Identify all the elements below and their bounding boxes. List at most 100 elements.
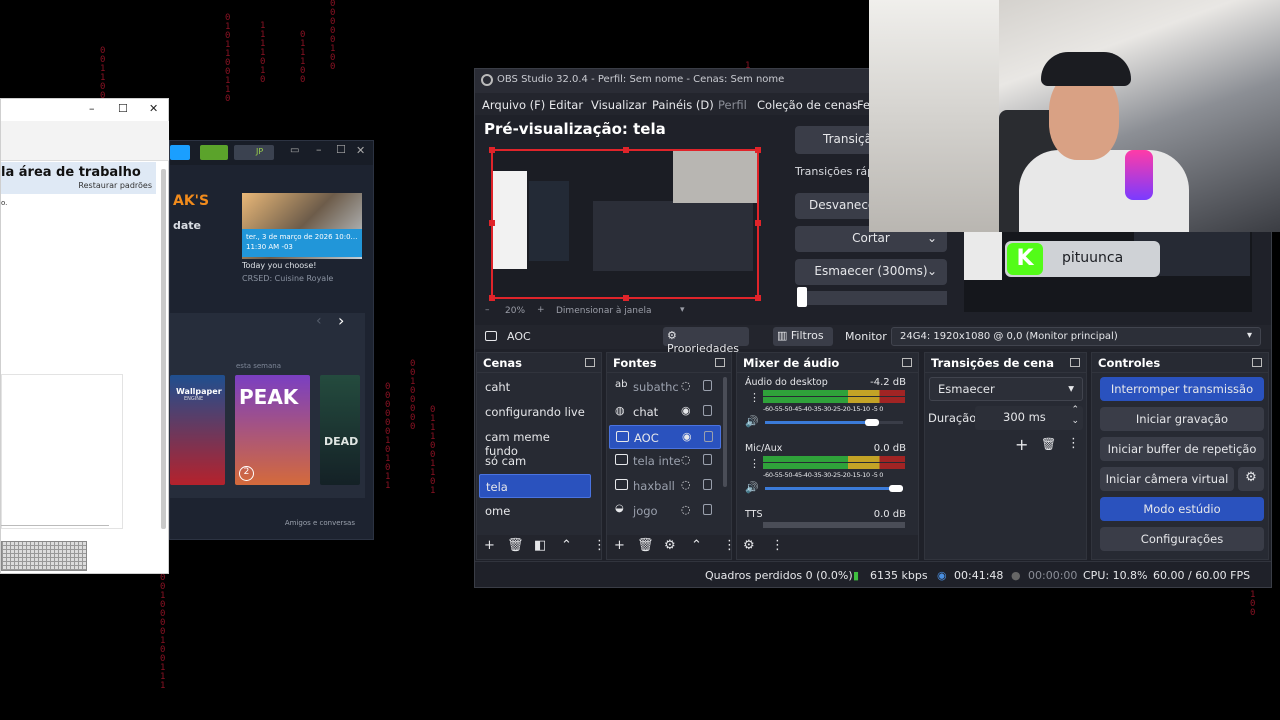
gear-icon[interactable]: ⚙ bbox=[664, 538, 676, 553]
menu-visualizar[interactable]: Visualizar bbox=[591, 98, 646, 112]
more-icon[interactable]: ⋮ bbox=[1067, 436, 1080, 451]
scene-item[interactable]: configurando live bbox=[479, 400, 591, 424]
menu-perfil[interactable]: Perfil bbox=[718, 98, 747, 112]
settings-button[interactable]: Configurações bbox=[1100, 527, 1264, 551]
event-game[interactable]: CRSED: Cuisine Royale bbox=[242, 274, 333, 283]
notification-bell-icon[interactable] bbox=[200, 145, 228, 160]
fade-300-button[interactable]: Esmaecer (300ms) ⌄ bbox=[795, 259, 947, 285]
chevron-down-icon[interactable]: ▾ bbox=[680, 305, 685, 315]
eye-hidden-icon[interactable]: ◌ bbox=[681, 453, 691, 466]
more-icon[interactable]: ⋮ bbox=[723, 538, 736, 553]
source-item[interactable]: ab subathc ◌ bbox=[609, 375, 721, 399]
lock-icon[interactable] bbox=[703, 454, 712, 465]
speaker-icon[interactable]: 🔊 bbox=[745, 481, 759, 494]
filters-button[interactable]: ▥ Filtros bbox=[773, 327, 833, 346]
lock-icon[interactable] bbox=[704, 431, 713, 442]
properties-button[interactable]: ⚙ Propriedades bbox=[663, 327, 749, 355]
transform-handle[interactable] bbox=[623, 147, 629, 153]
zoom-mode[interactable]: Dimensionar à janela bbox=[556, 306, 652, 316]
transform-handle[interactable] bbox=[755, 220, 761, 226]
maximize-button[interactable]: ☐ bbox=[336, 143, 346, 156]
popout-icon[interactable] bbox=[1070, 358, 1080, 367]
eye-hidden-icon[interactable]: ◌ bbox=[681, 379, 691, 392]
source-item-selected[interactable]: AOC ◉ bbox=[609, 425, 721, 449]
game-card-dead[interactable]: DEAD bbox=[320, 375, 360, 485]
eye-hidden-icon[interactable]: ◌ bbox=[681, 503, 691, 516]
scene-item[interactable]: só cam bbox=[479, 449, 591, 473]
scrollbar[interactable] bbox=[723, 377, 727, 487]
volume-slider[interactable] bbox=[765, 421, 903, 424]
volume-slider[interactable] bbox=[765, 487, 903, 490]
user-badge[interactable]: JP bbox=[234, 145, 274, 160]
popout-icon[interactable] bbox=[585, 358, 595, 367]
transition-select[interactable]: Esmaecer ▾ bbox=[929, 377, 1083, 401]
lock-icon[interactable] bbox=[703, 405, 712, 416]
transform-handle[interactable] bbox=[489, 295, 495, 301]
lock-icon[interactable] bbox=[703, 380, 712, 391]
scrollbar[interactable] bbox=[161, 169, 166, 529]
menu-paineis[interactable]: Painéis (D) bbox=[652, 98, 714, 112]
duration-input[interactable]: 300 ms ⌃ ⌄ bbox=[975, 405, 1083, 430]
speaker-icon[interactable]: 🔊 bbox=[745, 415, 759, 428]
restore-defaults-link[interactable]: Restaurar padrões bbox=[78, 181, 152, 190]
menu-editar[interactable]: Editar bbox=[549, 98, 583, 112]
more-icon[interactable]: ⋮ bbox=[749, 457, 760, 470]
filter-icon[interactable]: ◧ bbox=[534, 538, 546, 553]
monitor-icon[interactable]: ▭ bbox=[290, 145, 299, 156]
menu-colecao-cenas[interactable]: Coleção de cenas bbox=[757, 98, 858, 112]
more-icon[interactable]: ⋮ bbox=[771, 538, 784, 553]
minimize-button[interactable]: – bbox=[316, 143, 322, 156]
slider-handle[interactable] bbox=[865, 419, 879, 426]
transform-handle[interactable] bbox=[489, 220, 495, 226]
transform-handle[interactable] bbox=[755, 295, 761, 301]
start-recording-button[interactable]: Iniciar gravação bbox=[1100, 407, 1264, 431]
add-icon[interactable]: + bbox=[484, 538, 495, 553]
next-arrow-icon[interactable]: › bbox=[338, 311, 344, 330]
start-virtual-camera-button[interactable]: Iniciar câmera virtual bbox=[1100, 467, 1234, 491]
gear-icon[interactable]: ⚙ bbox=[1238, 467, 1264, 491]
chevron-up-icon[interactable]: ⌃ bbox=[691, 538, 702, 553]
chevron-up-icon[interactable]: ⌃ bbox=[561, 538, 572, 553]
source-item[interactable]: haxball ◌ bbox=[609, 474, 721, 498]
zoom-out-button[interactable]: – bbox=[485, 305, 490, 315]
scene-item[interactable]: cam meme fundo bbox=[479, 425, 591, 458]
close-button[interactable]: ✕ bbox=[149, 102, 158, 115]
slider-handle[interactable] bbox=[889, 485, 903, 492]
event-caption[interactable]: Today you choose! bbox=[242, 261, 316, 270]
transform-handle[interactable] bbox=[489, 147, 495, 153]
game-card-wallpaper-engine[interactable]: Wallpaper ENGINE bbox=[170, 375, 225, 485]
popout-icon[interactable] bbox=[715, 358, 725, 367]
add-icon[interactable]: + bbox=[1015, 435, 1028, 454]
scene-item-selected[interactable]: tela bbox=[479, 474, 591, 498]
more-icon[interactable]: ⋮ bbox=[749, 391, 760, 404]
minimize-button[interactable]: – bbox=[89, 102, 95, 115]
link-gear-icon[interactable]: ⚙ bbox=[743, 538, 755, 553]
eye-icon[interactable]: ◉ bbox=[681, 404, 691, 417]
zoom-in-button[interactable]: + bbox=[537, 305, 545, 315]
stepper-icon[interactable]: ⌃ ⌄ bbox=[1071, 405, 1079, 427]
source-item[interactable]: tela inte ◌ bbox=[609, 449, 721, 473]
trash-icon[interactable]: 🗑 bbox=[637, 538, 654, 553]
monitor-select[interactable]: 24G4: 1920x1080 @ 0,0 (Monitor principal… bbox=[891, 327, 1261, 346]
transform-handle[interactable] bbox=[623, 295, 629, 301]
prev-arrow-icon[interactable]: ‹ bbox=[316, 313, 322, 329]
popout-icon[interactable] bbox=[1252, 358, 1262, 367]
lock-icon[interactable] bbox=[703, 504, 712, 515]
close-button[interactable]: ✕ bbox=[356, 144, 365, 157]
trash-icon[interactable]: 🗑 bbox=[1041, 437, 1056, 451]
eye-hidden-icon[interactable]: ◌ bbox=[681, 478, 691, 491]
menu-arquivo[interactable]: Arquivo (F) bbox=[482, 98, 545, 112]
more-icon[interactable]: ⋮ bbox=[593, 538, 606, 553]
transform-handle[interactable] bbox=[755, 147, 761, 153]
preview-canvas[interactable] bbox=[491, 149, 759, 299]
stop-streaming-button[interactable]: Interromper transmissão bbox=[1100, 377, 1264, 401]
scene-item[interactable]: caht bbox=[479, 375, 591, 399]
transition-slider[interactable] bbox=[797, 287, 947, 307]
source-item[interactable]: ◒ jogo ◌ bbox=[609, 499, 721, 523]
start-replay-buffer-button[interactable]: Iniciar buffer de repetição bbox=[1100, 437, 1264, 461]
maximize-button[interactable]: ☐ bbox=[118, 102, 128, 115]
megaphone-icon[interactable] bbox=[170, 145, 190, 160]
game-card-peak[interactable]: PEAK 2 bbox=[235, 375, 310, 485]
popout-icon[interactable] bbox=[902, 358, 912, 367]
eye-icon[interactable]: ◉ bbox=[682, 430, 692, 443]
